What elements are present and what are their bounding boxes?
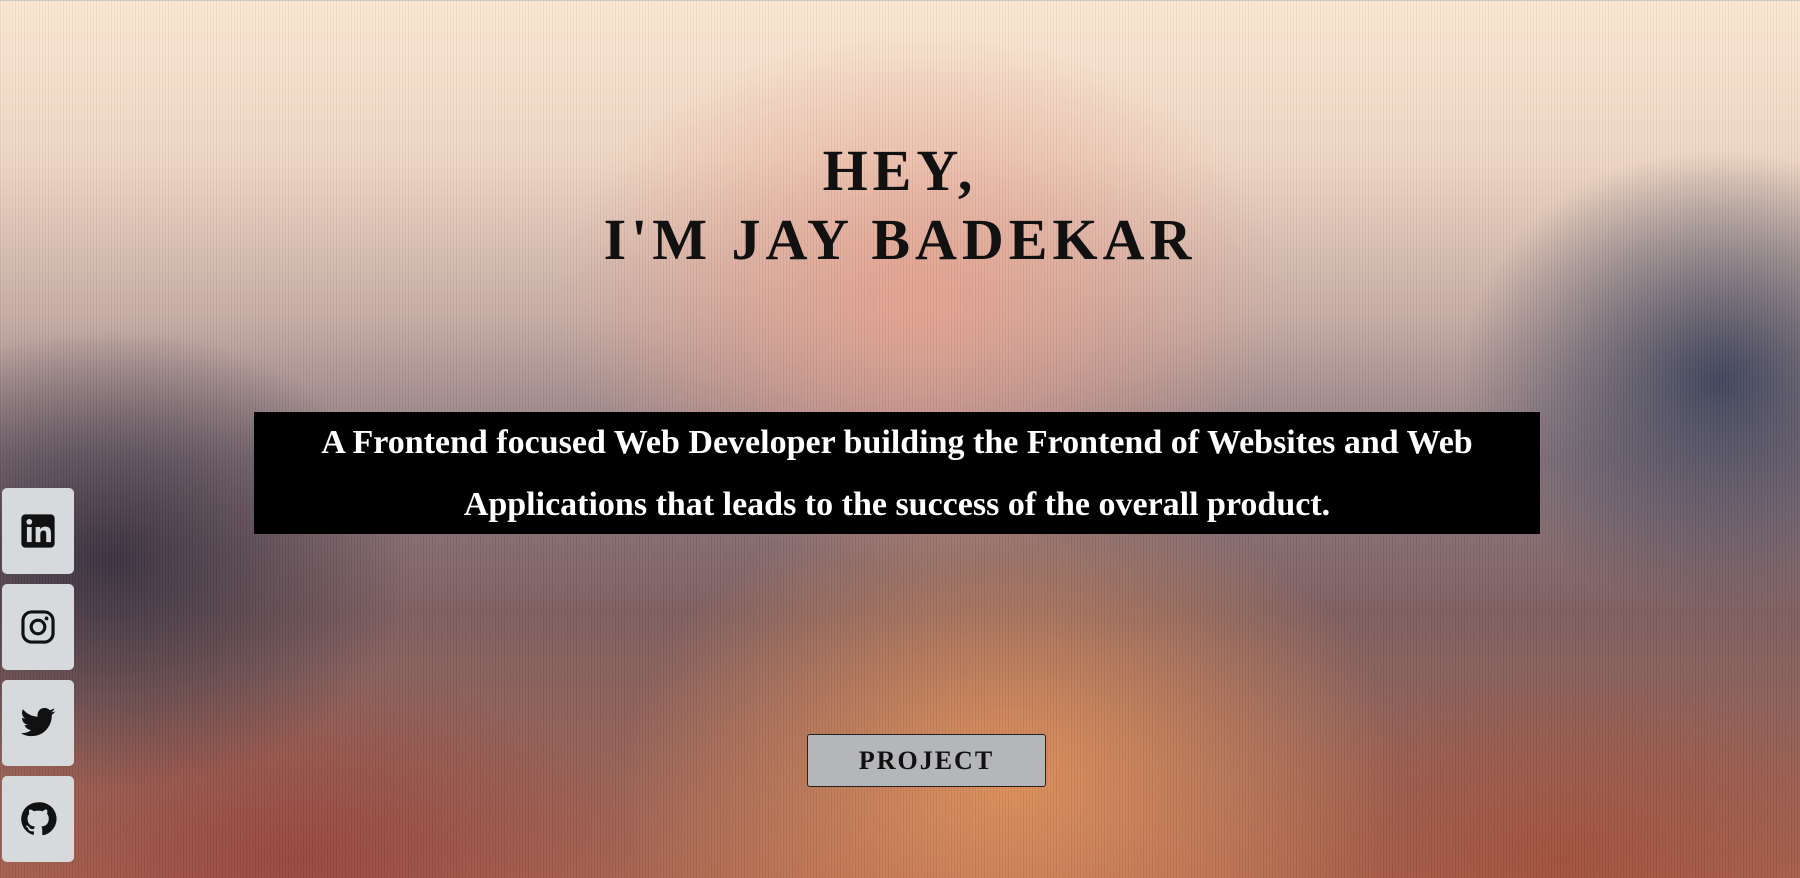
tagline-text: A Frontend focused Web Developer buildin… xyxy=(254,412,1540,534)
github-icon xyxy=(21,802,57,836)
top-border xyxy=(0,0,1800,1)
twitter-link[interactable] xyxy=(2,680,74,766)
social-links-bar xyxy=(2,488,74,872)
github-link[interactable] xyxy=(2,776,74,862)
linkedin-icon xyxy=(21,514,55,548)
linkedin-link[interactable] xyxy=(2,488,74,574)
hero-name: I'M JAY BADEKAR xyxy=(603,207,1197,272)
hero-greeting: HEY, xyxy=(822,138,978,203)
project-button[interactable]: PROJECT xyxy=(807,734,1046,787)
instagram-icon xyxy=(21,610,55,644)
instagram-link[interactable] xyxy=(2,584,74,670)
twitter-icon xyxy=(20,707,56,737)
hero-heading: HEY, I'M JAY BADEKAR xyxy=(0,136,1800,274)
